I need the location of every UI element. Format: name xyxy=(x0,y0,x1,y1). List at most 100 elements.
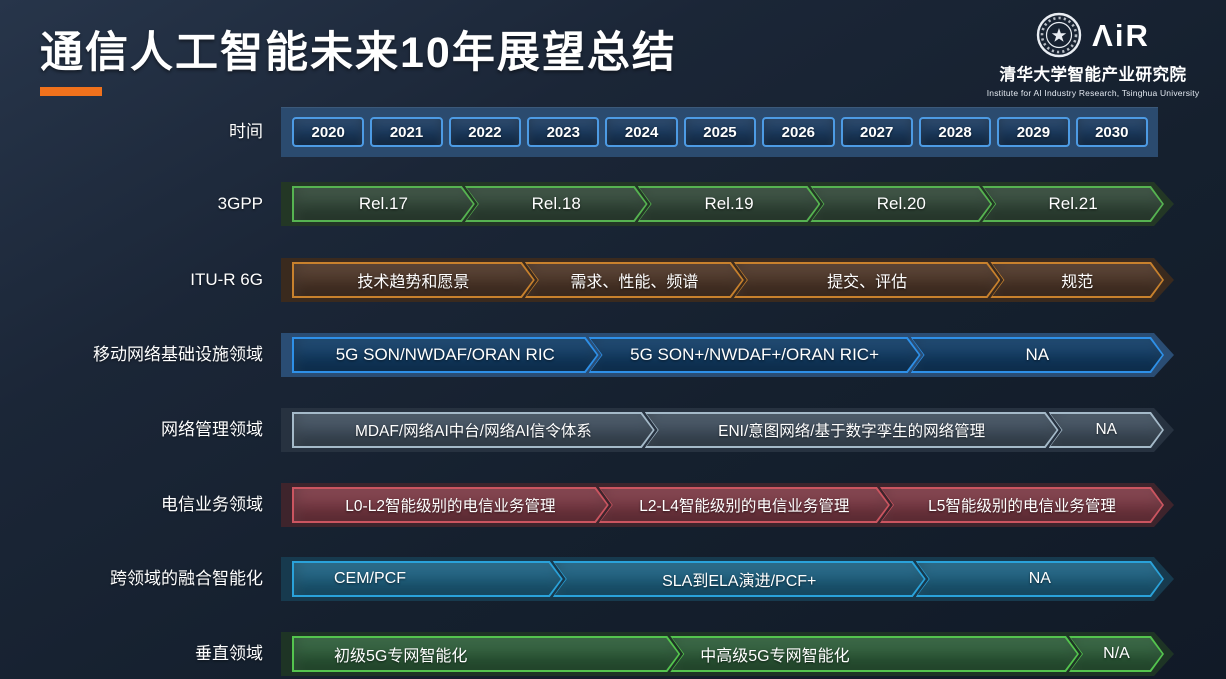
year-box: 2024 xyxy=(605,117,677,147)
year-box: 2020 xyxy=(292,117,364,147)
segment-fill: L2-L4智能级别的电信业务管理 xyxy=(601,489,888,521)
roadmap-segment: Rel.21 xyxy=(982,186,1164,222)
segment-fill: 中高级5G专网智能化 xyxy=(672,638,1077,670)
segment-label: 5G SON/NWDAF/ORAN RIC xyxy=(336,345,555,365)
segments: 初级5G专网智能化 中高级5G专网智能化 N/A xyxy=(292,636,1164,672)
segment-label: Rel.19 xyxy=(704,194,753,214)
roadmap-row-vertical: 垂直领域 初级5G专网智能化 中高级5G专网智能化 N/A xyxy=(0,632,1226,676)
roadmap-segment: 5G SON/NWDAF/ORAN RIC xyxy=(292,337,599,373)
row-label-vertical: 垂直领域 xyxy=(0,632,263,676)
row-label-telecom-services: 电信业务领域 xyxy=(0,483,263,527)
segment-label: Rel.20 xyxy=(877,194,926,214)
year-box: 2021 xyxy=(370,117,442,147)
roadmap-segment: MDAF/网络AI中台/网络AI信令体系 xyxy=(292,412,655,448)
roadmap-row-itu-r-6g: ITU-R 6G 技术趋势和愿景 需求、性能、频谱 提交、评估 规范 xyxy=(0,258,1226,302)
row-label-mobile-network-infra: 移动网络基础设施领域 xyxy=(0,333,263,377)
roadmap-segment: L0-L2智能级别的电信业务管理 xyxy=(292,487,609,523)
segment-fill: Rel.20 xyxy=(812,188,990,220)
roadmap-segment: 5G SON+/NWDAF+/ORAN RIC+ xyxy=(589,337,921,373)
segment-label: Rel.18 xyxy=(532,194,581,214)
segment-label: ENI/意图网络/基于数字孪生的网络管理 xyxy=(718,419,985,441)
year-box: 2027 xyxy=(841,117,913,147)
segments: 5G SON/NWDAF/ORAN RIC 5G SON+/NWDAF+/ORAN… xyxy=(292,337,1164,373)
segments: CEM/PCF SLA到ELA演进/PCF+ NA xyxy=(292,561,1164,597)
segment-label: Rel.17 xyxy=(359,194,408,214)
roadmap-segment: 规范 xyxy=(990,262,1164,298)
segment-label: NA xyxy=(1029,570,1051,588)
year-box: 2023 xyxy=(527,117,599,147)
segment-label: L2-L4智能级别的电信业务管理 xyxy=(639,494,849,516)
segment-label: NA xyxy=(1025,345,1049,365)
segment-fill: 5G SON/NWDAF/ORAN RIC xyxy=(294,339,597,371)
row-label-network-management: 网络管理领域 xyxy=(0,408,263,452)
segment-label: SLA到ELA演进/PCF+ xyxy=(662,567,816,591)
segment-label: 技术趋势和愿景 xyxy=(357,268,469,292)
roadmap-segment: ENI/意图网络/基于数字孪生的网络管理 xyxy=(645,412,1059,448)
roadmap-segment: 中高级5G专网智能化 xyxy=(670,636,1079,672)
year-box: 2028 xyxy=(919,117,991,147)
roadmap-segment: CEM/PCF xyxy=(292,561,563,597)
segment-fill: Rel.18 xyxy=(467,188,646,220)
segment-fill: NA xyxy=(918,563,1162,595)
segment-label: L5智能级别的电信业务管理 xyxy=(928,494,1116,516)
roadmap-segment: Rel.19 xyxy=(638,186,821,222)
year-box: 2030 xyxy=(1076,117,1148,147)
roadmap-segment: N/A xyxy=(1069,636,1164,672)
year-box: 2025 xyxy=(684,117,756,147)
roadmap-segment: NA xyxy=(1049,412,1164,448)
segment-label: NA xyxy=(1095,421,1117,439)
segments: L0-L2智能级别的电信业务管理 L2-L4智能级别的电信业务管理 L5智能级别的电… xyxy=(292,487,1164,523)
roadmap-row-cross-domain: 跨领域的融合智能化CEM/PCFSLA到ELA演进/PCF+NA xyxy=(0,557,1226,601)
roadmap-segment: L5智能级别的电信业务管理 xyxy=(880,487,1164,523)
segment-fill: NA xyxy=(1051,414,1162,446)
segment-fill: L5智能级别的电信业务管理 xyxy=(882,489,1162,521)
year-row: 2020202120222023202420252026202720282029… xyxy=(292,117,1148,147)
segment-label: 5G SON+/NWDAF+/ORAN RIC+ xyxy=(630,345,879,365)
roadmap-segment: NA xyxy=(911,337,1164,373)
segment-fill: N/A xyxy=(1071,638,1162,670)
roadmap-segment: Rel.20 xyxy=(810,186,992,222)
roadmap-segment: Rel.17 xyxy=(292,186,475,222)
roadmap-row-telecom-services: 电信业务领域 L0-L2智能级别的电信业务管理 L2-L4智能级别的电信业务管理 L5… xyxy=(0,483,1226,527)
roadmap-row-3gpp: 3GPP Rel.17 Rel.18 Rel.19 Rel.20 Rel.21 xyxy=(0,182,1226,226)
roadmap-row-mobile-network-infra: 移动网络基础设施领域 5G SON/NWDAF/ORAN RIC 5G SON+/N… xyxy=(0,333,1226,377)
segment-label: 初级5G专网智能化 xyxy=(294,642,467,666)
slide-canvas: 通信人工智能未来10年展望总结 ΛiR 清华大学智能产业研究院 Institut… xyxy=(0,0,1226,679)
segment-label: 规范 xyxy=(1061,268,1093,292)
year-box: 2029 xyxy=(997,117,1069,147)
roadmap-segment: NA xyxy=(916,561,1164,597)
roadmap-segment: 初级5G专网智能化 xyxy=(292,636,680,672)
segment-fill: ENI/意图网络/基于数字孪生的网络管理 xyxy=(647,414,1057,446)
roadmap-segment: Rel.18 xyxy=(465,186,648,222)
segment-label: Rel.21 xyxy=(1049,194,1098,214)
roadmap-segment: L2-L4智能级别的电信业务管理 xyxy=(599,487,890,523)
roadmap-rows: 时间20202021202220232024202520262027202820… xyxy=(0,0,1226,679)
year-box: 2022 xyxy=(449,117,521,147)
row-label-itu-r-6g: ITU-R 6G xyxy=(0,258,263,302)
segment-label: CEM/PCF xyxy=(294,570,406,588)
row-label-time: 时间 xyxy=(0,107,263,157)
segment-fill: 需求、性能、频谱 xyxy=(527,264,742,296)
roadmap-row-network-management: 网络管理领域 MDAF/网络AI中台/网络AI信令体系 ENI/意图网络/基于数字孪… xyxy=(0,408,1226,452)
segment-label: MDAF/网络AI中台/网络AI信令体系 xyxy=(355,419,592,441)
roadmap-row-time: 时间20202021202220232024202520262027202820… xyxy=(0,107,1226,157)
segment-fill: NA xyxy=(913,339,1162,371)
row-label-3gpp: 3GPP xyxy=(0,182,263,226)
segment-fill: 规范 xyxy=(992,264,1162,296)
segment-label: N/A xyxy=(1103,645,1130,663)
segment-label: 中高级5G专网智能化 xyxy=(672,642,849,666)
segment-fill: MDAF/网络AI中台/网络AI信令体系 xyxy=(294,414,653,446)
year-box: 2026 xyxy=(762,117,834,147)
segments: Rel.17 Rel.18 Rel.19 Rel.20 Rel.21 xyxy=(292,186,1164,222)
segment-fill: CEM/PCF xyxy=(294,563,561,595)
segments: 技术趋势和愿景 需求、性能、频谱 提交、评估 规范 xyxy=(292,262,1164,298)
segment-fill: 提交、评估 xyxy=(736,264,999,296)
roadmap-segment: 提交、评估 xyxy=(734,262,1001,298)
segment-fill: Rel.17 xyxy=(294,188,473,220)
segment-label: 提交、评估 xyxy=(827,268,907,292)
segment-fill: 5G SON+/NWDAF+/ORAN RIC+ xyxy=(591,339,919,371)
segment-fill: L0-L2智能级别的电信业务管理 xyxy=(294,489,607,521)
segment-fill: Rel.21 xyxy=(984,188,1162,220)
segment-fill: Rel.19 xyxy=(640,188,819,220)
segment-label: L0-L2智能级别的电信业务管理 xyxy=(345,494,555,516)
